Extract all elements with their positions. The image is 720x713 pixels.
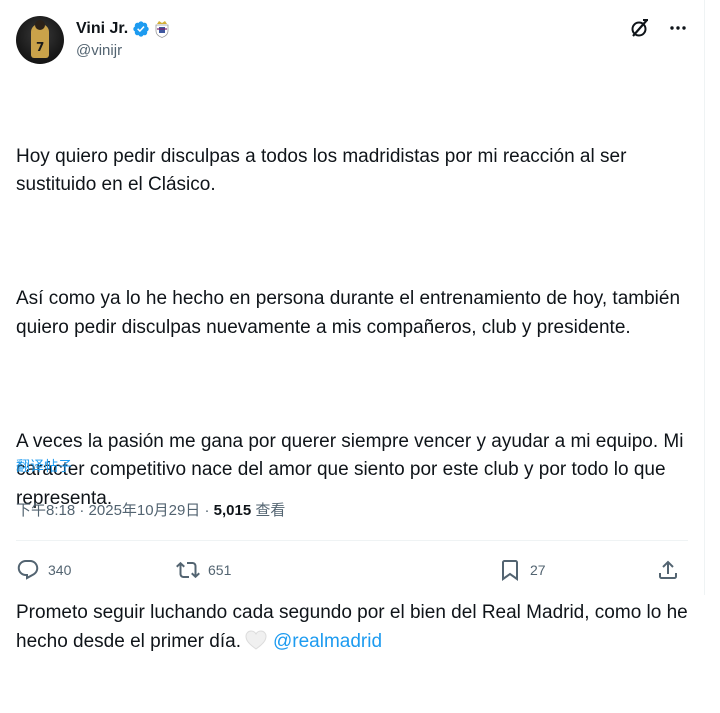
avatar-head: [35, 20, 45, 30]
author-names: Vini Jr. @vinijr: [76, 18, 170, 59]
tweet-paragraph-1: Hoy quiero pedir disculpas a todos los m…: [16, 145, 632, 196]
views-count: 5,015: [213, 502, 252, 519]
repost-count: 651: [208, 562, 232, 578]
tweet-paragraph-2: Así como ya lo he hecho en persona duran…: [16, 288, 686, 338]
tweet-date[interactable]: 2025年10月29日: [89, 502, 201, 519]
tweet-text: Hoy quiero pedir disculpas a todos los m…: [16, 86, 688, 713]
tweet-metadata: 下午8:18 · 2025年10月29日 · 5,015 查看: [16, 499, 285, 520]
mention-link[interactable]: @realmadrid: [273, 631, 382, 652]
more-options-icon[interactable]: [668, 18, 688, 38]
verified-badge-icon[interactable]: [132, 20, 150, 38]
top-actions: [630, 18, 688, 38]
tweet-header: 7 Vini Jr. @vinijr: [16, 16, 688, 68]
tweet-time[interactable]: 下午8:18: [16, 502, 75, 519]
repost-button[interactable]: 651: [176, 556, 231, 584]
bookmark-icon: [498, 558, 522, 582]
grok-icon[interactable]: [630, 18, 650, 38]
bookmark-count: 27: [530, 562, 546, 578]
tweet-paragraph-4: Prometo seguir luchando cada segundo por…: [16, 599, 688, 656]
views-label: 查看: [255, 502, 286, 519]
avatar[interactable]: 7: [16, 16, 64, 64]
reply-button[interactable]: 340: [16, 556, 71, 584]
reply-count: 340: [48, 562, 72, 578]
meta-separator: ·: [204, 502, 210, 519]
handle[interactable]: @vinijr: [76, 42, 170, 59]
tweet-card: 7 Vini Jr. @vinijr Hoy quiero pedir disc…: [0, 0, 705, 652]
share-icon: [656, 558, 680, 582]
action-bar: 340 651 27: [16, 556, 688, 584]
meta-separator: ·: [79, 502, 85, 519]
white-heart-icon: [245, 629, 267, 650]
share-button[interactable]: [656, 556, 680, 584]
real-madrid-badge-icon[interactable]: [154, 20, 170, 38]
repost-icon: [176, 558, 200, 582]
avatar-jersey-number: 7: [36, 40, 45, 54]
bookmark-button[interactable]: 27: [498, 556, 546, 584]
translate-post-link[interactable]: 翻译帖子: [16, 456, 72, 476]
display-name[interactable]: Vini Jr.: [76, 20, 128, 38]
reply-icon: [16, 558, 40, 582]
divider: [16, 540, 688, 541]
